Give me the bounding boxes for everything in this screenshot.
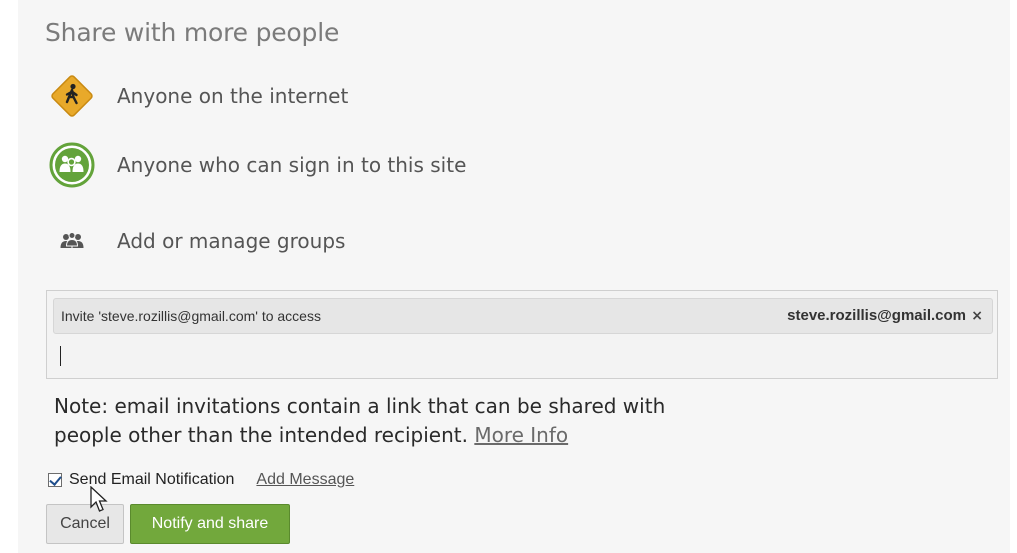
invite-text: Invite 'steve.rozillis@gmail.com' to acc…	[61, 308, 321, 324]
send-notification-checkbox[interactable]	[48, 473, 62, 487]
notify-and-share-button[interactable]: Notify and share	[130, 504, 290, 544]
mouse-cursor-icon	[90, 486, 108, 512]
option-label: Anyone who can sign in to this site	[117, 153, 467, 177]
more-info-link[interactable]: More Info	[474, 423, 568, 447]
invite-email: steve.rozillis@gmail.com	[787, 307, 966, 324]
option-anyone-signed-in[interactable]: Anyone who can sign in to this site	[45, 135, 645, 195]
note-text: Note: email invitations contain a link t…	[54, 394, 666, 447]
email-note: Note: email invitations contain a link t…	[54, 392, 714, 450]
groups-icon	[45, 214, 99, 268]
option-anyone-on-internet[interactable]: Anyone on the internet	[45, 66, 645, 126]
invite-chip: Invite 'steve.rozillis@gmail.com' to acc…	[53, 298, 993, 334]
option-label: Add or manage groups	[117, 229, 346, 253]
option-add-manage-groups[interactable]: Add or manage groups	[45, 211, 645, 271]
invite-box[interactable]: Invite 'steve.rozillis@gmail.com' to acc…	[46, 290, 998, 379]
share-panel: Share with more people Anyone on the int…	[18, 0, 1010, 553]
text-caret	[60, 346, 61, 366]
invite-input[interactable]	[53, 340, 987, 370]
option-label: Anyone on the internet	[117, 84, 349, 108]
people-group-icon	[45, 138, 99, 192]
pedestrian-sign-icon	[45, 69, 99, 123]
remove-invite-icon[interactable]: ×	[971, 308, 983, 324]
add-message-link[interactable]: Add Message	[256, 471, 354, 489]
cancel-button[interactable]: Cancel	[46, 504, 124, 544]
dialog-title: Share with more people	[45, 18, 340, 47]
